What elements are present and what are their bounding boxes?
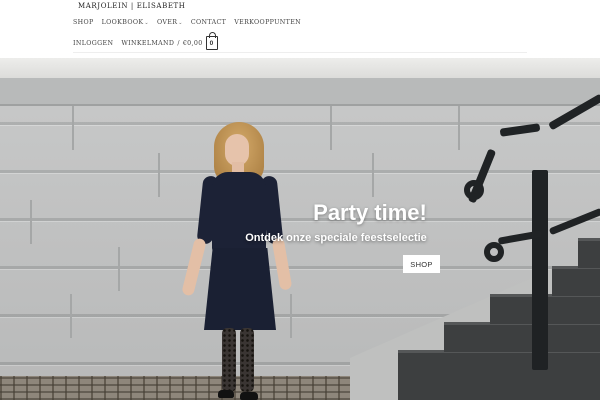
stair-step xyxy=(398,350,600,400)
model-leg xyxy=(240,328,254,392)
cart-count-badge: 0 xyxy=(209,39,214,47)
model-shoe xyxy=(240,392,258,400)
wall-joint xyxy=(70,294,72,338)
wall-joint xyxy=(72,106,74,150)
model-shoe xyxy=(218,390,234,398)
nav-item-label: OVER xyxy=(156,19,178,26)
model-arm xyxy=(181,237,207,297)
dress-skirt xyxy=(204,248,276,330)
nav-item-verkooppunten[interactable]: VERKOOPPUNTEN xyxy=(234,19,301,26)
wall-joint xyxy=(118,247,120,291)
site-header: MARJOLEIN | ELISABETH SHOP LOOKBOOK ⌄ OV… xyxy=(0,0,600,58)
nav-item-over[interactable]: OVER ⌄ xyxy=(157,19,183,26)
wall-joint xyxy=(458,106,460,150)
hero-shop-button[interactable]: SHOP xyxy=(403,255,440,273)
cart-separator: / xyxy=(177,39,180,47)
shopping-bag-icon[interactable]: 0 xyxy=(205,32,218,50)
chevron-down-icon: ⌄ xyxy=(144,19,149,26)
cart-label: WINKELMAND xyxy=(121,39,175,47)
wall-joint xyxy=(330,106,332,150)
login-link[interactable]: INLOGGEN xyxy=(73,40,113,47)
cart-amount: €0,00 xyxy=(182,39,203,47)
model-figure xyxy=(180,120,300,400)
wall-joint xyxy=(158,153,160,197)
stair-step xyxy=(444,322,600,352)
account-nav: INLOGGEN WINKELMAND / €0,00 0 xyxy=(73,32,226,51)
primary-nav: SHOP LOOKBOOK ⌄ OVER ⌄ CONTACT VERKOOPPU… xyxy=(73,17,309,28)
stair-step xyxy=(552,266,600,296)
nav-item-label: VERKOOPPUNTEN xyxy=(234,19,301,26)
model-arm xyxy=(271,237,293,291)
chevron-down-icon: ⌄ xyxy=(178,19,183,26)
railing-post xyxy=(532,170,548,370)
nav-item-label: SHOP xyxy=(73,19,94,26)
dress-bodice xyxy=(212,172,266,252)
stair-step xyxy=(578,238,600,268)
model-leg xyxy=(222,328,236,392)
railing-scroll xyxy=(484,242,504,262)
wall-joint xyxy=(30,200,32,244)
hero-top-strip xyxy=(0,58,600,78)
header-divider xyxy=(73,52,527,53)
railing-scroll xyxy=(464,180,484,200)
wall-cap xyxy=(0,78,600,106)
nav-item-lookbook[interactable]: LOOKBOOK ⌄ xyxy=(102,19,149,26)
nav-item-shop[interactable]: SHOP xyxy=(73,19,94,26)
cart-link[interactable]: WINKELMAND / €0,00 0 xyxy=(121,32,218,50)
wall-joint xyxy=(372,153,374,197)
hero-banner: Party time! Ontdek onze speciale feestse… xyxy=(0,58,600,400)
nav-item-contact[interactable]: CONTACT xyxy=(191,19,226,26)
nav-item-label: LOOKBOOK xyxy=(101,19,144,26)
site-logo[interactable]: MARJOLEIN | ELISABETH xyxy=(78,2,186,10)
login-label: INLOGGEN xyxy=(73,39,114,47)
nav-item-label: CONTACT xyxy=(190,19,227,26)
